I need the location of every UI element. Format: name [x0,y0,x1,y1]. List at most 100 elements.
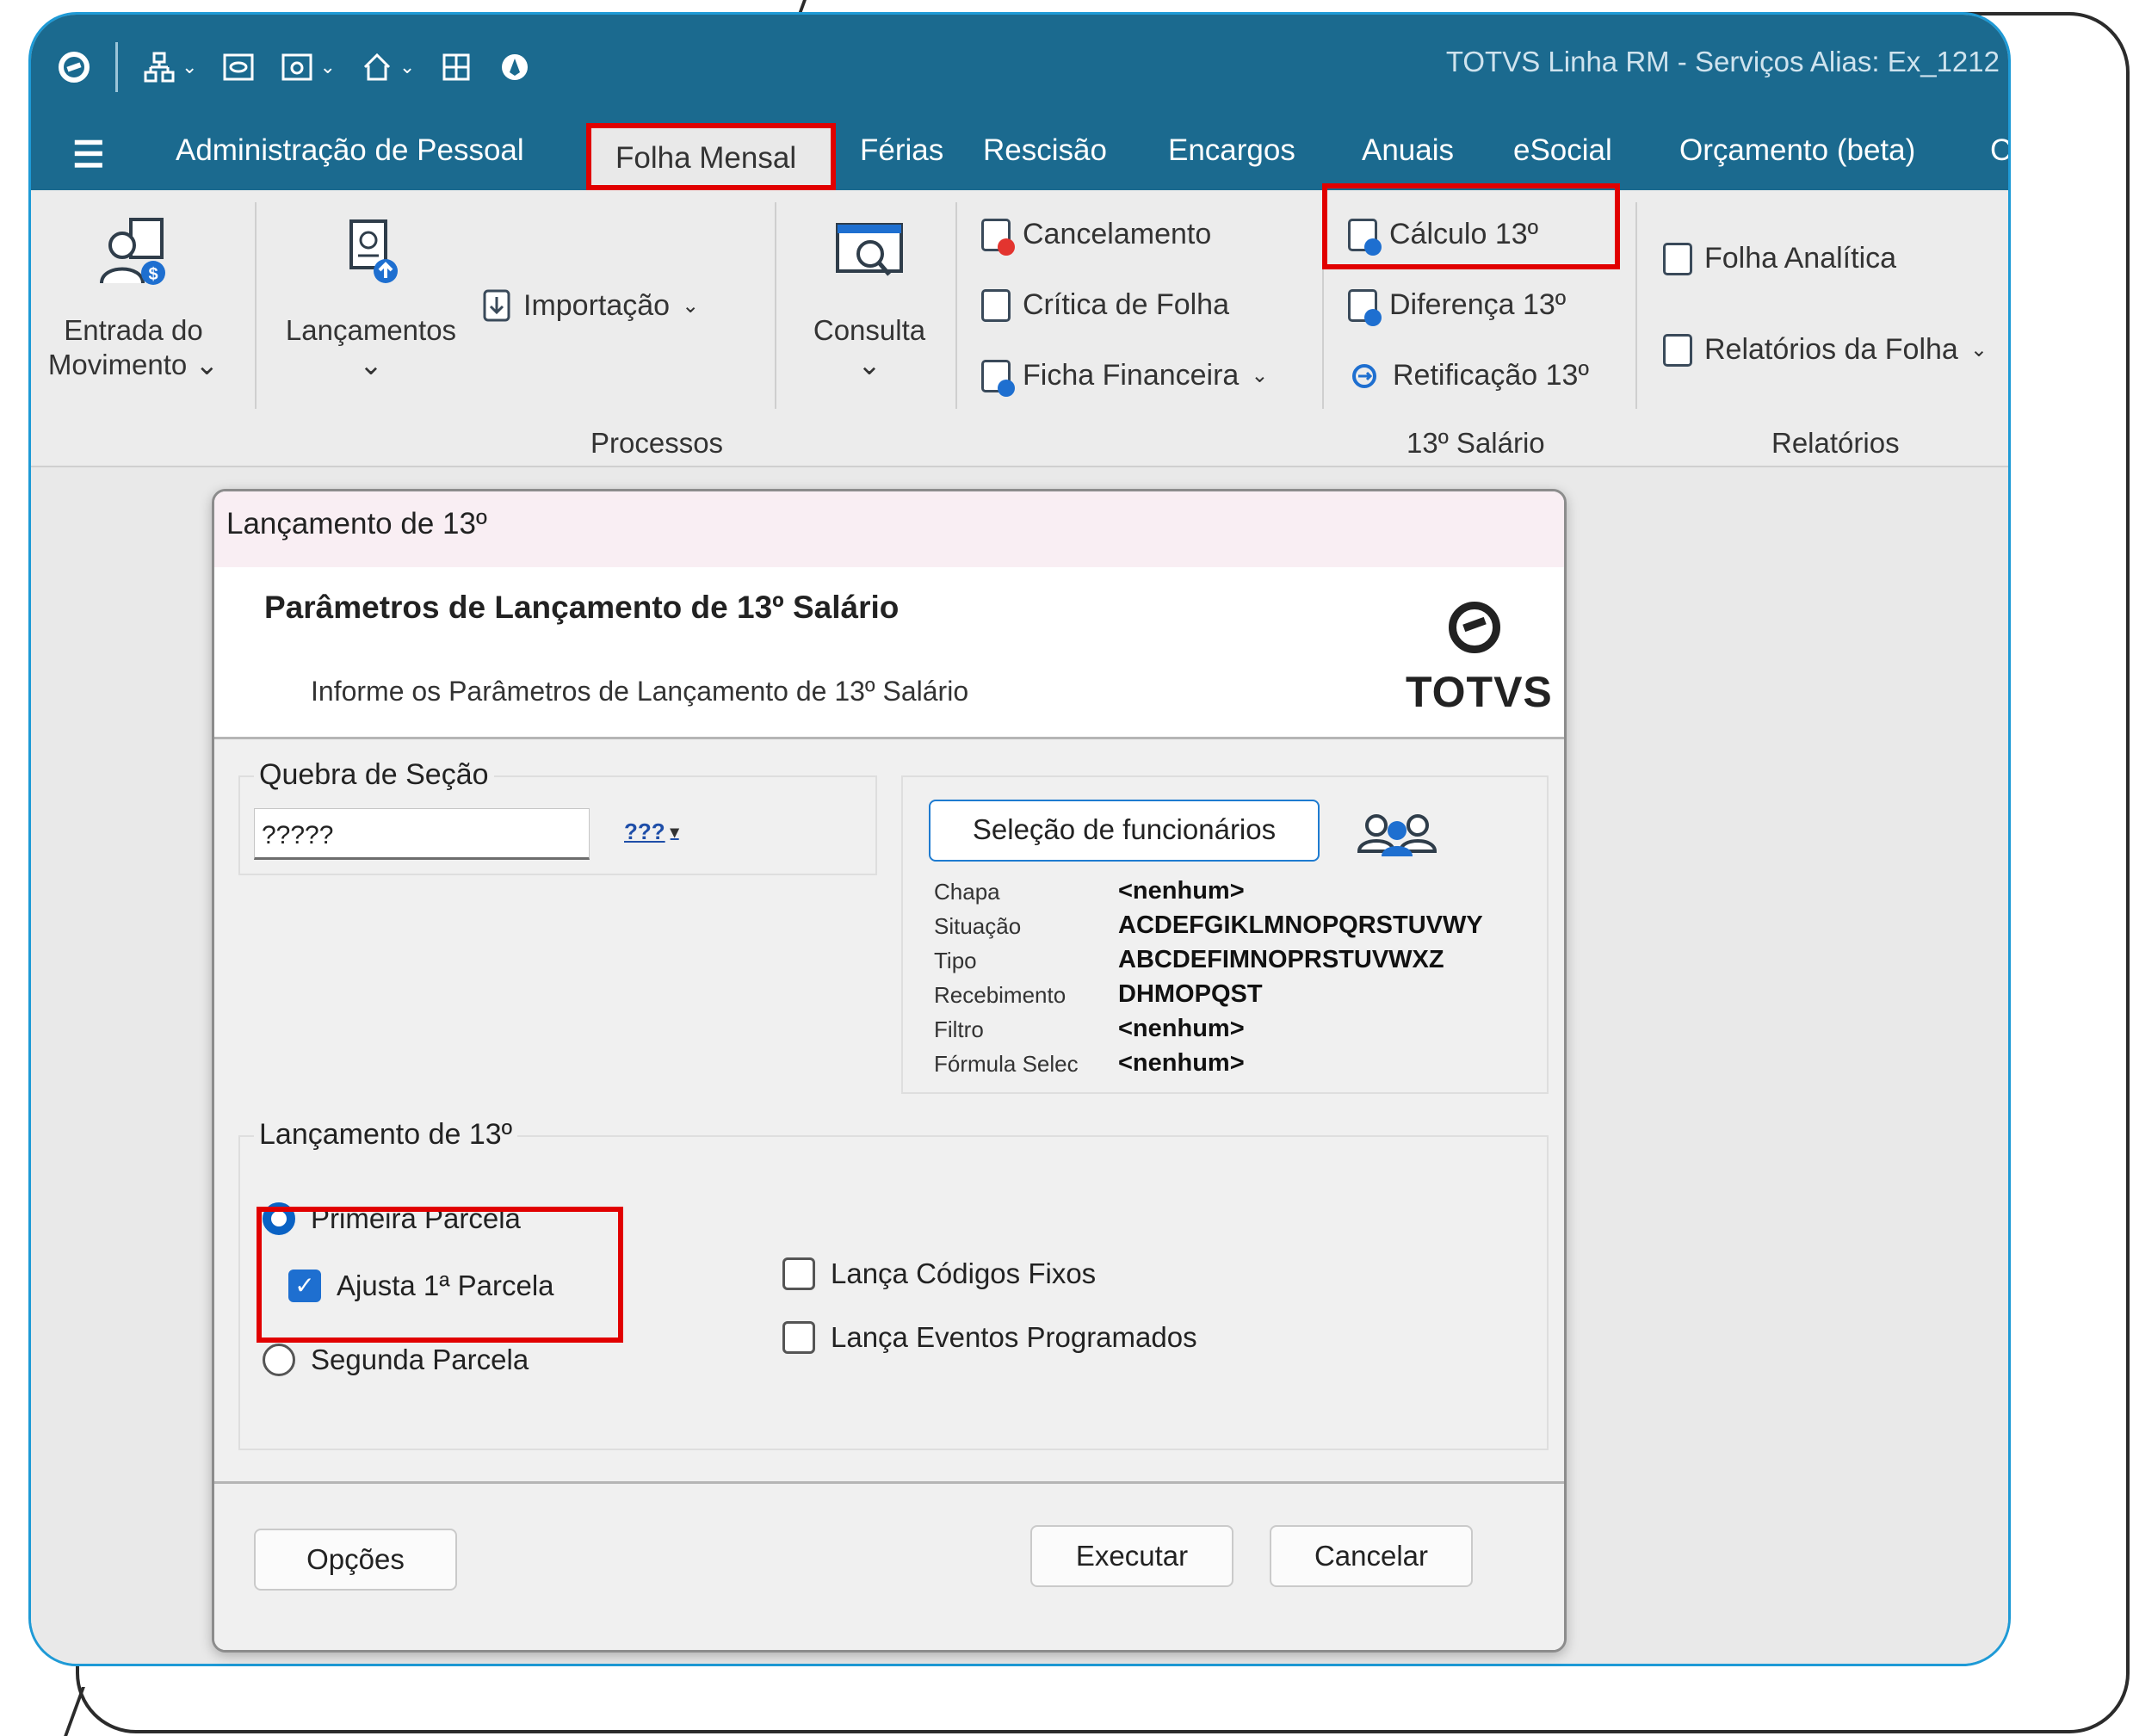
info-value: DHMOPQST [1118,980,1263,1008]
info-row-filtro: Filtro <nenhum> [934,1015,1245,1043]
quebra-lookup-label: ??? [624,819,665,844]
info-row-situacao: Situação ACDEFGIKLMNOPQRSTUVWY [934,911,1483,940]
executar-button[interactable]: Executar [1030,1525,1233,1587]
segunda-parcela-radio[interactable]: Segunda Parcela [263,1344,529,1376]
info-row-formula: Fórmula Selec <nenhum> [934,1049,1245,1078]
database-icon[interactable]: ☰ [72,133,105,176]
selecao-funcionarios-button[interactable]: Seleção de funcionários [929,800,1320,862]
relatorios-folha-label: Relatórios da Folha [1704,333,1958,366]
home-icon[interactable]: ⌄ [360,50,415,84]
consulta-button[interactable]: Consulta ⌄ [783,216,955,382]
segunda-parcela-label: Segunda Parcela [311,1344,529,1375]
menu-encargos[interactable]: Encargos [1168,133,1295,168]
ficha-label: Ficha Financeira [1023,359,1240,392]
employee-money-icon: $ [100,218,165,285]
info-label: Recebimento [934,982,1066,1008]
people-icon[interactable] [1354,806,1440,858]
dialog-title: Lançamento de 13º [214,491,1564,567]
hierarchy-icon[interactable]: ⌄ [142,50,197,84]
info-row-tipo: Tipo ABCDEFIMNOPRSTUVWXZ [934,946,1444,974]
grid-icon[interactable] [439,50,473,84]
diferenca-label: Diferença 13º [1389,288,1567,321]
lanca-codigos-checkbox[interactable]: Lança Códigos Fixos [782,1257,1096,1290]
chevron-down-icon: ⌄ [195,349,219,380]
quebra-lookup-button[interactable]: ??? ▾ [624,819,679,845]
totvs-logo-icon [1449,602,1500,653]
group-processos-label: Processos [590,427,724,459]
svg-text:$: $ [148,265,158,284]
dialog-footer: Opções Executar Cancelar [214,1481,1564,1650]
group-relatorios-label: Relatórios [1771,427,1900,459]
info-label: Filtro [934,1016,984,1042]
frame-line [63,1687,85,1736]
search-window-icon [836,223,903,276]
menu-ferias[interactable]: Férias [860,133,943,168]
info-label: Fórmula Selec [934,1051,1079,1077]
window-icon[interactable]: ⌄ [280,50,336,84]
title-bar: ⌄ ⌄ ⌄ TOTVS Linha RM - Serviços Alias: E… [31,15,2008,116]
quebra-secao-input[interactable]: ????? [254,808,590,860]
diferenca-13-button[interactable]: Diferença 13º [1348,288,1567,326]
importacao-label: Importação [523,288,671,322]
critique-document-icon [981,288,1011,322]
info-value: ACDEFGIKLMNOPQRSTUVWY [1118,911,1483,939]
importacao-button[interactable]: Importação ⌄ [482,288,699,323]
menu-folha-mensal[interactable]: Folha Mensal [586,123,836,190]
refresh-icon [1352,363,1376,388]
menu-anuais[interactable]: Anuais [1362,133,1454,168]
cancelamento-button[interactable]: Cancelamento [981,218,1211,256]
menu-esocial[interactable]: eSocial [1513,133,1612,168]
menu-administracao[interactable]: Administração de Pessoal [176,133,524,168]
financial-record-icon [981,359,1015,397]
checkbox-empty-icon [782,1321,815,1354]
dialog-header: Parâmetros de Lançamento de 13º Salário … [214,567,1564,739]
menu-rescisao[interactable]: Rescisão [983,133,1107,168]
folha-analitica-label: Folha Analítica [1704,242,1897,275]
lancamentos-button[interactable]: Lançamentos ⌄ [272,216,470,382]
view-icon[interactable] [221,50,256,84]
help-icon[interactable] [498,50,532,84]
lanca-eventos-checkbox[interactable]: Lança Eventos Programados [782,1321,1197,1354]
entrada-movimento-button[interactable]: $ Entrada do Movimento ⌄ [43,216,224,382]
chevron-down-icon: ⌄ [359,349,383,380]
folha-analitica-button[interactable]: Folha Analítica [1663,242,1896,275]
retificacao-label: Retificação 13º [1393,359,1589,392]
ribbon-separator [955,202,957,409]
retificacao-13-button[interactable]: Retificação 13º [1348,359,1589,392]
info-label: Tipo [934,948,977,973]
import-icon [483,289,510,322]
cancelar-button[interactable]: Cancelar [1270,1525,1473,1587]
info-value: ABCDEFIMNOPRSTUVWXZ [1118,946,1444,973]
menu-bar: ☰ Administração de Pessoal Folha Mensal … [31,116,2008,190]
chevron-down-icon: ⌄ [319,56,336,77]
relatorios-folha-button[interactable]: Relatórios da Folha ⌄ [1663,333,1988,367]
quebra-secao-legend: Quebra de Seção [254,758,494,792]
checkbox-empty-icon [782,1257,815,1290]
chevron-down-icon: ⌄ [1969,338,1988,361]
toolbar-separator [115,42,118,92]
chevron-down-icon: ⌄ [182,56,198,77]
quick-access-toolbar: ⌄ ⌄ ⌄ [57,42,532,92]
dialog-heading: Parâmetros de Lançamento de 13º Salário [264,590,900,625]
totvs-logo-icon[interactable] [57,50,91,84]
analytic-report-icon [1663,242,1692,275]
info-value: <nenhum> [1118,877,1245,905]
ficha-financeira-button[interactable]: Ficha Financeira ⌄ [981,359,1269,397]
ribbon-separator [1635,202,1637,409]
opcoes-button[interactable]: Opções [254,1529,457,1591]
chevron-down-icon: ⌄ [1251,364,1269,387]
caret-down-icon: ▾ [670,823,679,842]
quebra-secao-group: Quebra de Seção ????? ??? ▾ [238,758,877,875]
consulta-label: Consulta [813,314,926,346]
menu-orcamento[interactable]: Orçamento (beta) [1679,133,1915,168]
info-value: <nenhum> [1118,1015,1245,1042]
critica-folha-button[interactable]: Crítica de Folha [981,288,1229,322]
lancamento-legend: Lançamento de 13º [254,1118,518,1152]
cancel-document-icon [981,218,1015,256]
info-label: Chapa [934,879,1000,905]
menu-more[interactable]: C [1990,133,2008,168]
entrada-label-1: Entrada do [64,314,203,346]
lanca-eventos-label: Lança Eventos Programados [831,1321,1197,1353]
menu-folha-mensal-label: Folha Mensal [615,141,797,175]
info-label: Situação [934,913,1022,939]
